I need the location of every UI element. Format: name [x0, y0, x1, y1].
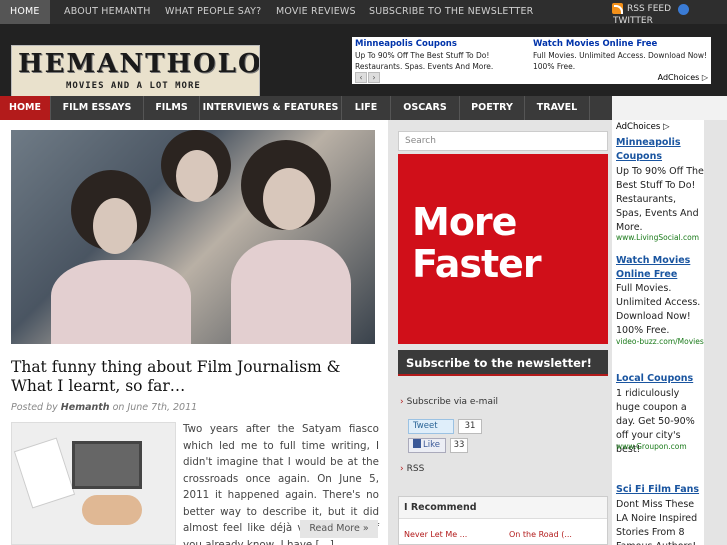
site-logo[interactable]: HEMANTHOLOGY MOVIES AND A LOT MORE	[11, 45, 260, 99]
hero-shape	[263, 168, 315, 230]
ad-prev-button[interactable]: ‹	[355, 72, 367, 83]
arrow-icon: ›	[400, 464, 404, 474]
main-nav-travel[interactable]: TRAVEL	[525, 96, 590, 120]
rss-icon	[612, 3, 623, 14]
main-nav-films[interactable]: FILMS	[144, 96, 200, 120]
like-count: 33	[450, 438, 468, 453]
right-ad-1-title[interactable]: Minneapolis Coupons	[616, 136, 696, 164]
right-ad-2-title[interactable]: Watch Movies Online Free	[616, 254, 696, 282]
tweet-button[interactable]: Tweet	[408, 419, 454, 434]
featured-image[interactable]	[11, 130, 375, 344]
top-nav-subscribe[interactable]: SUBSCRIBE TO THE NEWSLETTER	[369, 0, 533, 24]
post-date: on June 7th, 2011	[112, 402, 198, 413]
promo-banner[interactable]: More Faster	[398, 154, 608, 344]
subscribe-email-link[interactable]: › Subscribe via e-mail	[400, 397, 498, 407]
right-ad-3-title[interactable]: Local Coupons	[616, 372, 704, 386]
thumb-shape	[72, 441, 142, 489]
rss-feed-label: RSS FEED	[627, 4, 672, 14]
recommend-box: I Recommend Never Let Me ... On the Road…	[398, 496, 608, 545]
ad-nav: ‹ ›	[355, 70, 381, 83]
right-ad-1-body: Up To 90% Off The Best Stuff To Do! Rest…	[616, 166, 704, 233]
top-ad-1-body: Up To 90% Off The Best Stuff To Do! Rest…	[355, 51, 494, 71]
hero-shape	[176, 150, 218, 202]
top-nav-movie-reviews[interactable]: MOVIE REVIEWS	[276, 0, 356, 24]
hero-shape	[93, 198, 137, 254]
twitter-icon	[678, 4, 689, 15]
post-title[interactable]: That funny thing about Film Journalism &…	[11, 358, 381, 396]
page-edge	[704, 120, 727, 545]
adchoices-link[interactable]: AdChoices ▷	[658, 73, 708, 82]
post-byline: Posted by Hemanth on June 7th, 2011	[11, 402, 197, 413]
thumb-shape	[82, 495, 142, 525]
main-nav-film-essays[interactable]: FILM ESSAYS	[51, 96, 144, 120]
top-nav-about[interactable]: ABOUT HEMANTH	[64, 0, 151, 24]
top-banner-ad[interactable]: Minneapolis Coupons Up To 90% Off The Be…	[352, 37, 711, 84]
right-ad-2-url[interactable]: video-buzz.com/Movies	[616, 337, 704, 346]
like-label: Like	[423, 440, 440, 450]
right-ad-4-title[interactable]: Sci Fi Film Fans	[616, 483, 704, 497]
main-nav-interviews[interactable]: INTERVIEWS & FEATURES	[200, 96, 342, 120]
right-adchoices-link[interactable]: AdChoices ▷	[616, 122, 670, 132]
right-ad-column: AdChoices ▷ Minneapolis Coupons Up To 90…	[612, 120, 704, 545]
post-thumbnail[interactable]	[11, 422, 176, 545]
read-more-button[interactable]: Read More »	[300, 520, 378, 538]
newsletter-heading: Subscribe to the newsletter!	[398, 350, 608, 376]
main-nav-oscars[interactable]: OSCARS	[391, 96, 460, 120]
subscribe-email-label: Subscribe via e-mail	[406, 397, 498, 407]
byline-prefix: Posted by	[11, 402, 58, 413]
recommend-item[interactable]: Never Let Me ...	[404, 530, 467, 539]
rss-link-label: RSS	[406, 464, 425, 474]
right-ad-1-url[interactable]: www.LivingSocial.com	[616, 233, 699, 242]
main-nav: HOME FILM ESSAYS FILMS INTERVIEWS & FEAT…	[0, 96, 612, 120]
hero-shape	[51, 260, 191, 344]
arrow-icon: ›	[400, 397, 404, 407]
right-ad-3-url[interactable]: www.Groupon.com	[616, 442, 687, 451]
rss-link[interactable]: › RSS	[400, 464, 424, 474]
logo-tagline: MOVIES AND A LOT MORE	[66, 81, 201, 91]
logo-title: HEMANTHOLOGY	[18, 49, 259, 79]
main-content: That funny thing about Film Journalism &…	[0, 120, 388, 545]
promo-line-1: More	[412, 200, 517, 244]
site-header: HEMANTHOLOGY MOVIES AND A LOT MORE Minne…	[0, 24, 727, 99]
top-nav: HOME ABOUT HEMANTH WHAT PEOPLE SAY? MOVI…	[0, 0, 727, 26]
like-button[interactable]: Like	[408, 438, 446, 453]
top-ad-1[interactable]: Minneapolis Coupons Up To 90% Off The Be…	[355, 39, 530, 72]
recommend-item[interactable]: On the Road (...	[509, 530, 572, 539]
top-ad-2[interactable]: Watch Movies Online Free Full Movies. Un…	[533, 39, 708, 72]
main-nav-poetry[interactable]: POETRY	[460, 96, 525, 120]
thumb-shape	[13, 437, 76, 509]
top-ad-2-body: Full Movies. Unlimited Access. Download …	[533, 51, 708, 71]
post-author[interactable]: Hemanth	[61, 402, 110, 413]
sidebar: Search More Faster Subscribe to the news…	[388, 120, 612, 545]
top-nav-home[interactable]: HOME	[0, 0, 50, 24]
top-ad-1-title[interactable]: Minneapolis Coupons	[355, 39, 530, 49]
main-nav-home[interactable]: HOME	[0, 96, 51, 120]
recommend-heading: I Recommend	[399, 497, 607, 519]
tweet-count: 31	[458, 419, 482, 434]
right-ad-2-body: Full Movies. Unlimited Access. Download …	[616, 283, 701, 336]
top-nav-what-people-say[interactable]: WHAT PEOPLE SAY?	[165, 0, 261, 24]
hero-shape	[231, 240, 351, 344]
search-input[interactable]: Search	[398, 131, 608, 151]
main-nav-life[interactable]: LIFE	[342, 96, 391, 120]
right-ad-4-body: Dont Miss These LA Noire Inspired Storie…	[616, 499, 698, 545]
facebook-icon	[413, 439, 421, 448]
promo-line-2: Faster	[412, 242, 542, 286]
top-ad-2-title[interactable]: Watch Movies Online Free	[533, 39, 708, 49]
ad-next-button[interactable]: ›	[368, 72, 380, 83]
